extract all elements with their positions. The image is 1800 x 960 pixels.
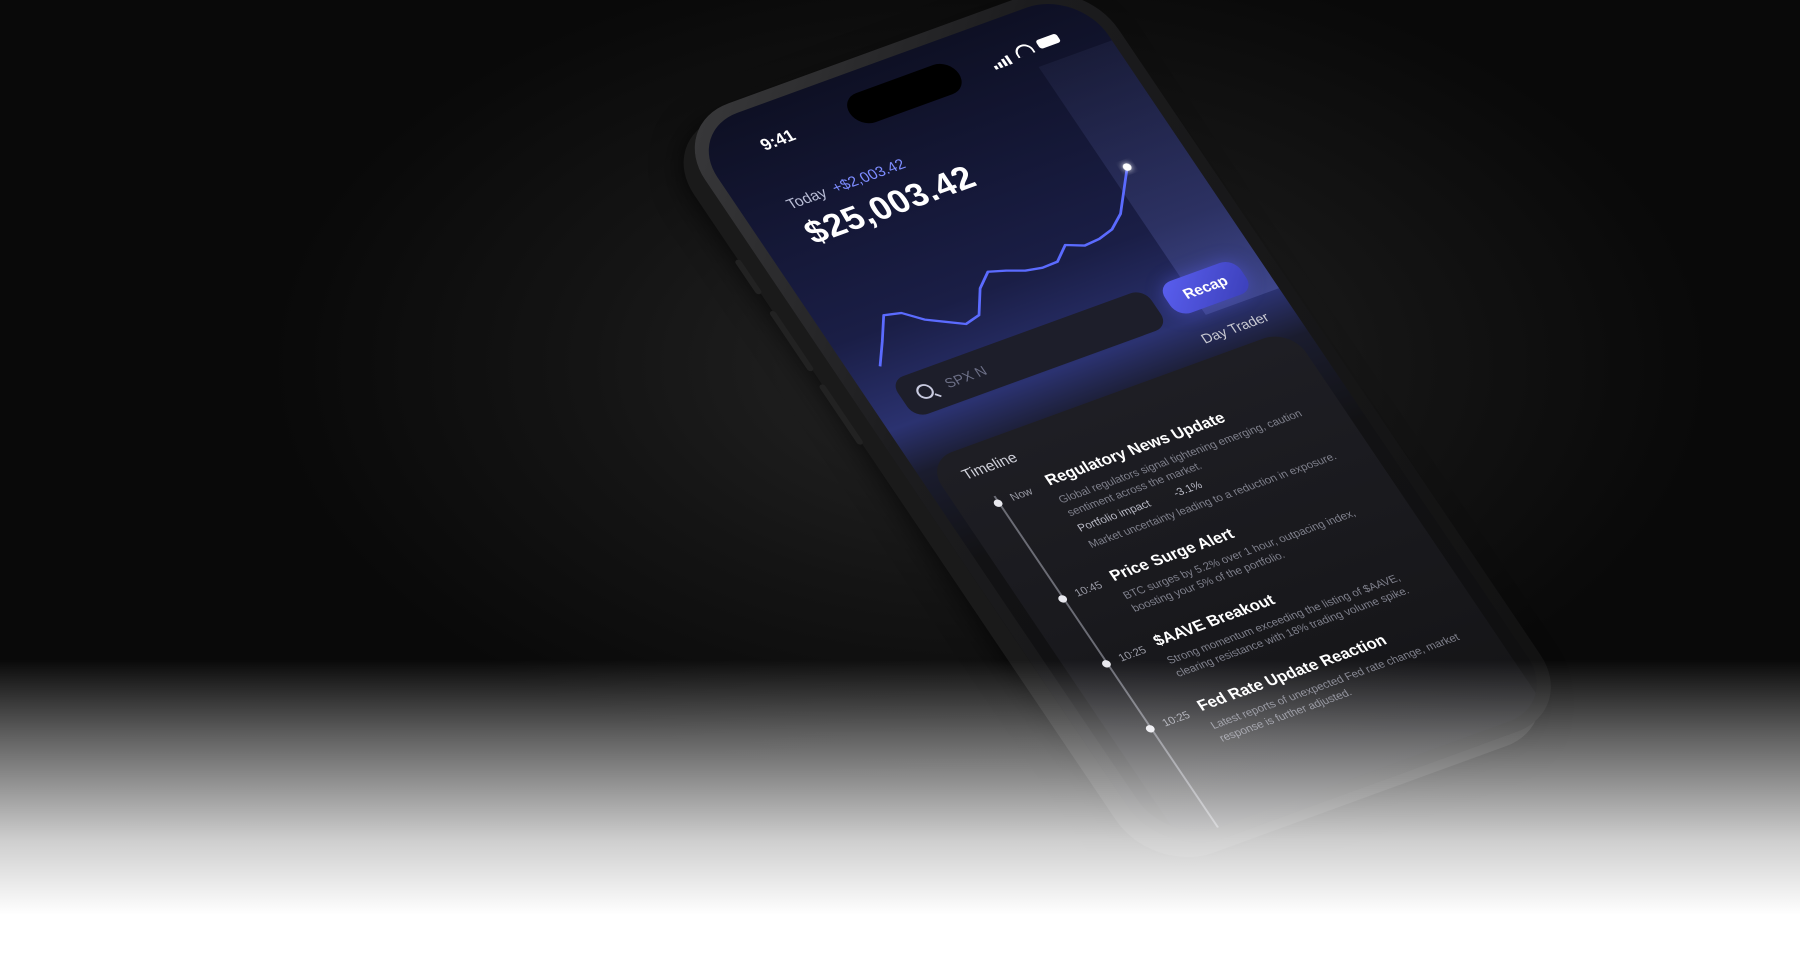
timeline-time: Now (1007, 485, 1036, 504)
status-time: 9:41 (756, 126, 800, 155)
dynamic-island (840, 59, 969, 128)
timeline-dot (1144, 724, 1157, 734)
chart-current-point (1122, 163, 1132, 171)
timeline-title: Timeline (958, 449, 1022, 484)
search-icon (912, 381, 938, 402)
timeline-dot (1056, 594, 1069, 604)
volume-up-button (768, 310, 815, 373)
timeline-dot (992, 498, 1005, 509)
phone-mockup: 9:41 Today +$2,003.42 $25,003.42 Recap S… (668, 0, 1578, 861)
timeline-time: 10:25 (1159, 709, 1193, 730)
phone-body: 9:41 Today +$2,003.42 $25,003.42 Recap S… (668, 0, 1578, 861)
action-button (734, 258, 763, 296)
timeline-card: Timeline Now Regulatory News Update Glob… (925, 328, 1547, 841)
wifi-icon (1011, 41, 1036, 59)
timeline-time: 10:25 (1116, 644, 1149, 665)
timeline-dot (1100, 659, 1113, 669)
product-shot-scene: 9:41 Today +$2,003.42 $25,003.42 Recap S… (0, 0, 1800, 960)
phone-screen: 9:41 Today +$2,003.42 $25,003.42 Recap S… (686, 0, 1560, 846)
signal-icon (986, 48, 1015, 70)
battery-icon (1034, 33, 1062, 50)
volume-down-button (818, 383, 865, 446)
timeline-time: 10:45 (1072, 579, 1106, 600)
